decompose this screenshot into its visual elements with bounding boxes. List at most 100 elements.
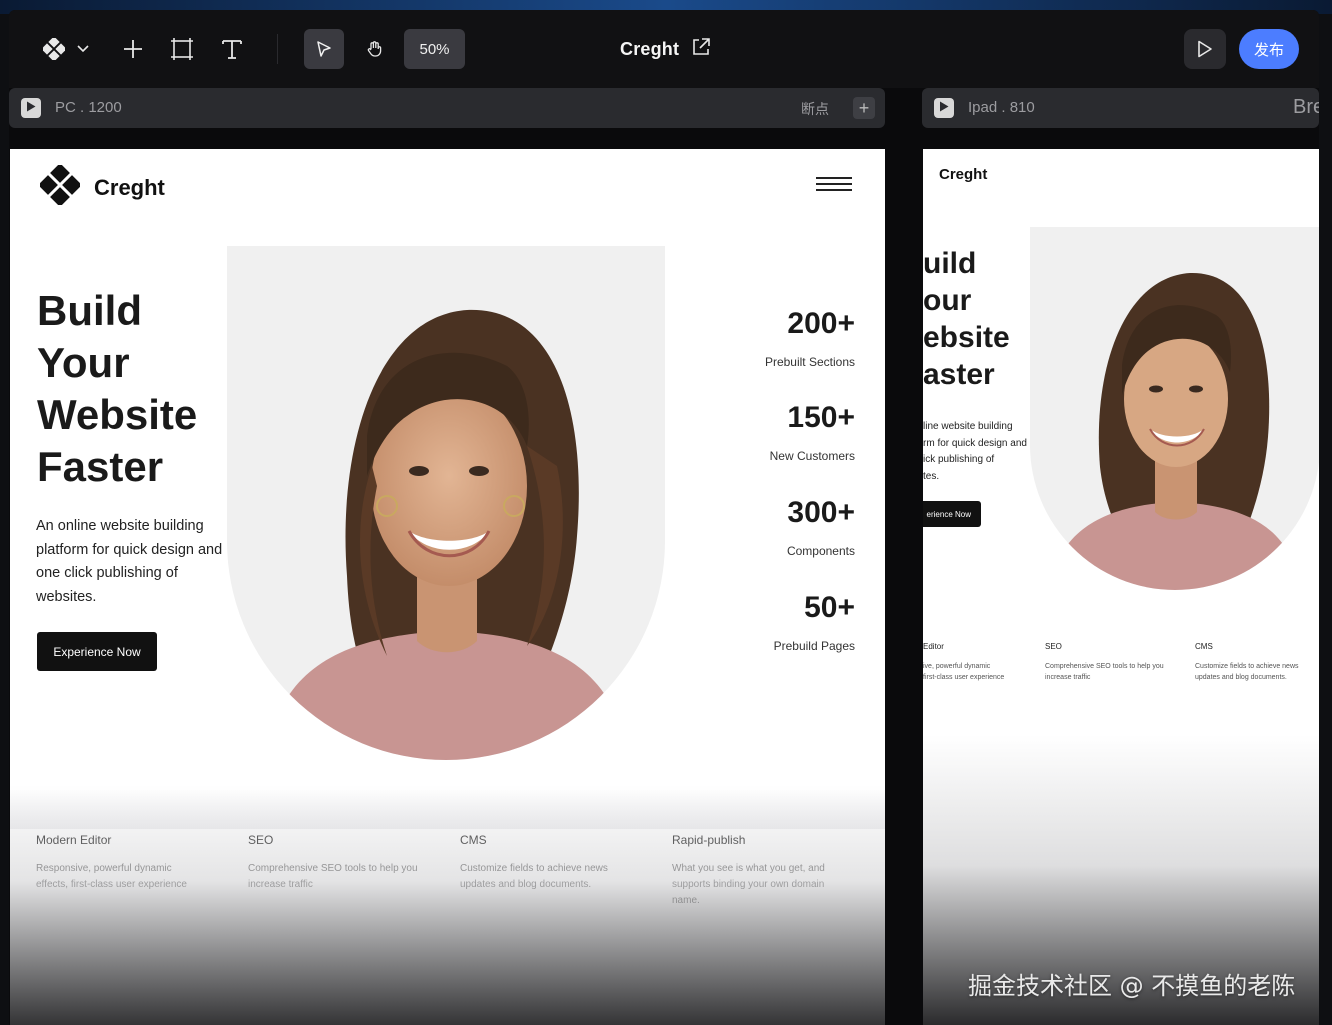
- text-tool-button[interactable]: [218, 34, 246, 64]
- feature-desc-line: name.: [672, 895, 700, 906]
- hero-desc-line: tes.: [923, 470, 940, 482]
- watermark-text: 掘金技术社区 @ 不摸鱼的老陈: [968, 972, 1296, 1000]
- hero-title: Build Your Website Faster: [37, 285, 237, 493]
- feature-title: SEO: [1045, 642, 1062, 651]
- frame-tool-button[interactable]: [168, 34, 196, 64]
- feature-desc-line: ive, powerful dynamic: [923, 663, 991, 670]
- zoom-level-button[interactable]: 50%: [404, 29, 465, 69]
- feature-title: Rapid-publish: [672, 833, 746, 847]
- feature-desc-line: supports binding your own domain: [672, 879, 825, 890]
- breakpoint-label-pc: PC . 1200: [55, 99, 122, 116]
- stat-number: 300+: [787, 496, 855, 529]
- hero-title-line: Faster: [37, 443, 164, 490]
- add-breakpoint-button[interactable]: +: [853, 97, 875, 119]
- feature-desc: Comprehensive SEO tools to help you incr…: [248, 861, 438, 893]
- hand-icon: [366, 40, 384, 58]
- stat-item: 200+ Prebuilt Sections: [765, 307, 855, 369]
- hero-portrait-image: [227, 246, 665, 760]
- cursor-icon: [315, 40, 333, 58]
- hero-desc-line: An online website building: [36, 518, 204, 534]
- hero-desc-line: websites.: [36, 588, 97, 605]
- feature-desc: Customize fields to achieve news updates…: [460, 861, 650, 893]
- stat-label: New Customers: [769, 449, 855, 463]
- feature-desc-line: What you see is what you get, and: [672, 863, 825, 874]
- preview-pc-button[interactable]: [21, 98, 41, 118]
- site-logo[interactable]: Creght: [38, 163, 165, 210]
- plus-icon: [123, 39, 143, 59]
- select-tool-button[interactable]: [304, 29, 344, 69]
- feature-item: Editor ive, powerful dynamic first-class…: [923, 642, 1053, 683]
- feature-desc-line: updates and blog documents.: [1195, 674, 1287, 681]
- hero-title-line: aster: [923, 358, 995, 391]
- feature-item: CMS Customize fields to achieve news upd…: [1195, 642, 1319, 683]
- stat-number: 200+: [787, 307, 855, 340]
- feature-item: SEO Comprehensive SEO tools to help you …: [1045, 642, 1175, 683]
- hero-desc-line: one click publishing of: [36, 565, 178, 581]
- feature-desc-line: Customize fields to achieve news: [460, 863, 608, 874]
- text-icon: [221, 38, 243, 60]
- toolbar-divider: [277, 34, 278, 64]
- hero-title-line: our: [923, 284, 972, 317]
- site-brand-name: Creght: [94, 174, 165, 200]
- preview-ipad-button[interactable]: [934, 98, 954, 118]
- site-logo[interactable]: Creght: [923, 165, 987, 183]
- hero-title: uild our ebsite aster: [923, 245, 1010, 393]
- feature-title: SEO: [248, 833, 274, 847]
- canvas-frame-ipad[interactable]: Creght uild our ebsite aster line websit…: [923, 149, 1319, 1025]
- feature-desc: ive, powerful dynamic first-class user e…: [923, 661, 1053, 683]
- editor-app: 50% Creght 发布 PC . 1200 断点 + Ipad . 810 …: [9, 10, 1319, 1025]
- project-title-link[interactable]: Creght: [620, 36, 711, 62]
- feature-item: SEO Comprehensive SEO tools to help you …: [248, 833, 438, 893]
- hero-title-line: Your: [37, 339, 130, 386]
- hero-description: An online website building platform for …: [36, 515, 232, 609]
- external-link-icon: [691, 37, 711, 62]
- add-element-button[interactable]: [119, 34, 147, 64]
- hero-desc-line: line website building: [923, 421, 1013, 432]
- canvas-frame-pc[interactable]: Creght Build Your Website Faster An onli…: [10, 149, 885, 1025]
- hero-desc-line: rm for quick design and: [923, 437, 1027, 449]
- breakpoint-label-next: Bre: [1293, 96, 1319, 118]
- feature-title: Modern Editor: [36, 833, 112, 847]
- play-icon: [1197, 40, 1213, 58]
- plus-icon: +: [858, 97, 870, 118]
- hero-description: line website building rm for quick desig…: [923, 419, 1037, 485]
- breakpoint-bar-pc: PC . 1200 断点 +: [9, 88, 885, 128]
- breakpoint-label-ipad: Ipad . 810: [968, 99, 1035, 116]
- hero-title-line: uild: [923, 247, 977, 280]
- stat-label: Prebuilt Sections: [764, 355, 855, 369]
- feature-desc-line: Customize fields to achieve news: [1195, 663, 1299, 670]
- logo-diamond-icon: [923, 165, 927, 183]
- toolbar: 50% Creght 发布: [9, 10, 1319, 88]
- feature-desc-line: Responsive, powerful dynamic: [36, 863, 172, 874]
- stat-number: 50+: [804, 591, 855, 624]
- feature-desc: Responsive, powerful dynamic effects, fi…: [36, 861, 226, 893]
- feature-item: Rapid-publish What you see is what you g…: [672, 833, 862, 909]
- project-title: Creght: [620, 38, 680, 59]
- feature-desc-line: first-class user experience: [923, 674, 1005, 681]
- hero-title-line: ebsite: [923, 321, 1010, 354]
- hamburger-menu-icon[interactable]: [816, 177, 852, 193]
- preview-button[interactable]: [1184, 29, 1226, 69]
- feature-desc-line: updates and blog documents.: [460, 879, 592, 890]
- stat-item: 50+ Prebuild Pages: [774, 591, 855, 653]
- feature-desc-line: effects, first-class user experience: [36, 879, 187, 890]
- hero-portrait-image: [1030, 227, 1319, 590]
- experience-now-button[interactable]: erience Now: [923, 501, 981, 527]
- feature-desc-line: increase traffic: [1045, 674, 1091, 681]
- publish-button[interactable]: 发布: [1239, 29, 1299, 69]
- hero-desc-line: ick publishing of: [923, 454, 995, 465]
- breakpoint-text[interactable]: 断点: [801, 99, 829, 119]
- hand-tool-button[interactable]: [355, 29, 395, 69]
- feature-item: Modern Editor Responsive, powerful dynam…: [36, 833, 226, 893]
- feature-desc-line: increase traffic: [248, 879, 313, 890]
- experience-now-button[interactable]: Experience Now: [37, 632, 157, 671]
- feature-desc: What you see is what you get, and suppor…: [672, 861, 862, 909]
- feature-title: Editor: [923, 642, 944, 651]
- feature-item: CMS Customize fields to achieve news upd…: [460, 833, 650, 893]
- feature-title: CMS: [1195, 642, 1213, 651]
- app-menu-button[interactable]: [37, 34, 95, 64]
- section-fade: [10, 789, 885, 829]
- breakpoint-bar-ipad: Ipad . 810 Bre: [922, 88, 1319, 128]
- stat-number: 150+: [787, 401, 855, 434]
- stat-item: 300+ Components: [787, 496, 855, 558]
